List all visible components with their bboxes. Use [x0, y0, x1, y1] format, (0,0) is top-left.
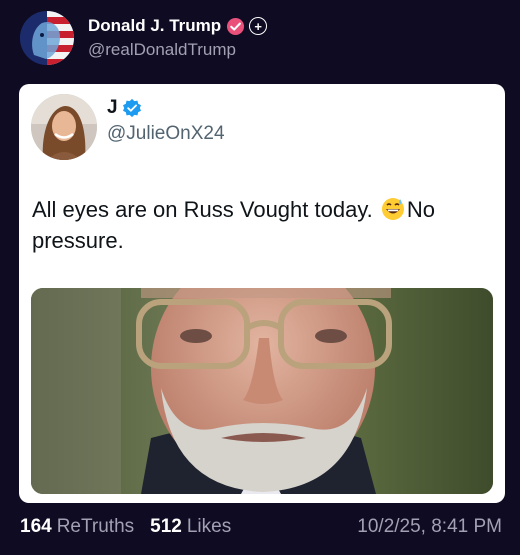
quoted-post-header: J @JulieOnX24 — [31, 94, 225, 160]
quoted-text-part-1: All eyes are on Russ Vought today. — [32, 197, 373, 222]
author-name[interactable]: Donald J. Trump — [88, 16, 221, 36]
quoted-author-handle[interactable]: @JulieOnX24 — [107, 123, 225, 145]
retruths-count[interactable]: 164 — [20, 516, 52, 538]
post-header: Donald J. Trump + @realDonaldTrump — [20, 8, 500, 68]
quoted-post-card[interactable]: J @JulieOnX24 All eyes are on Russ Vough… — [19, 84, 505, 503]
verified-icon — [122, 98, 141, 118]
plus-icon: + — [249, 17, 268, 35]
quoted-post-image[interactable] — [31, 288, 493, 494]
verified-icon — [227, 17, 245, 35]
author-handle[interactable]: @realDonaldTrump — [88, 40, 267, 60]
post-stats-bar: 164 ReTruths 512 Likes 10/2/25, 8:41 PM — [20, 512, 502, 542]
quoted-author-name[interactable]: J — [107, 97, 118, 119]
likes-count[interactable]: 512 — [150, 516, 182, 538]
author-avatar[interactable] — [20, 11, 74, 65]
retruths-label[interactable]: ReTruths — [57, 516, 134, 538]
grinning-sweat-emoji-icon — [381, 198, 404, 220]
quoted-author-avatar[interactable] — [31, 94, 97, 160]
likes-label[interactable]: Likes — [187, 516, 231, 538]
quoted-post-text: All eyes are on Russ Vought today. No pr… — [32, 194, 494, 256]
post-timestamp[interactable]: 10/2/25, 8:41 PM — [357, 516, 502, 538]
